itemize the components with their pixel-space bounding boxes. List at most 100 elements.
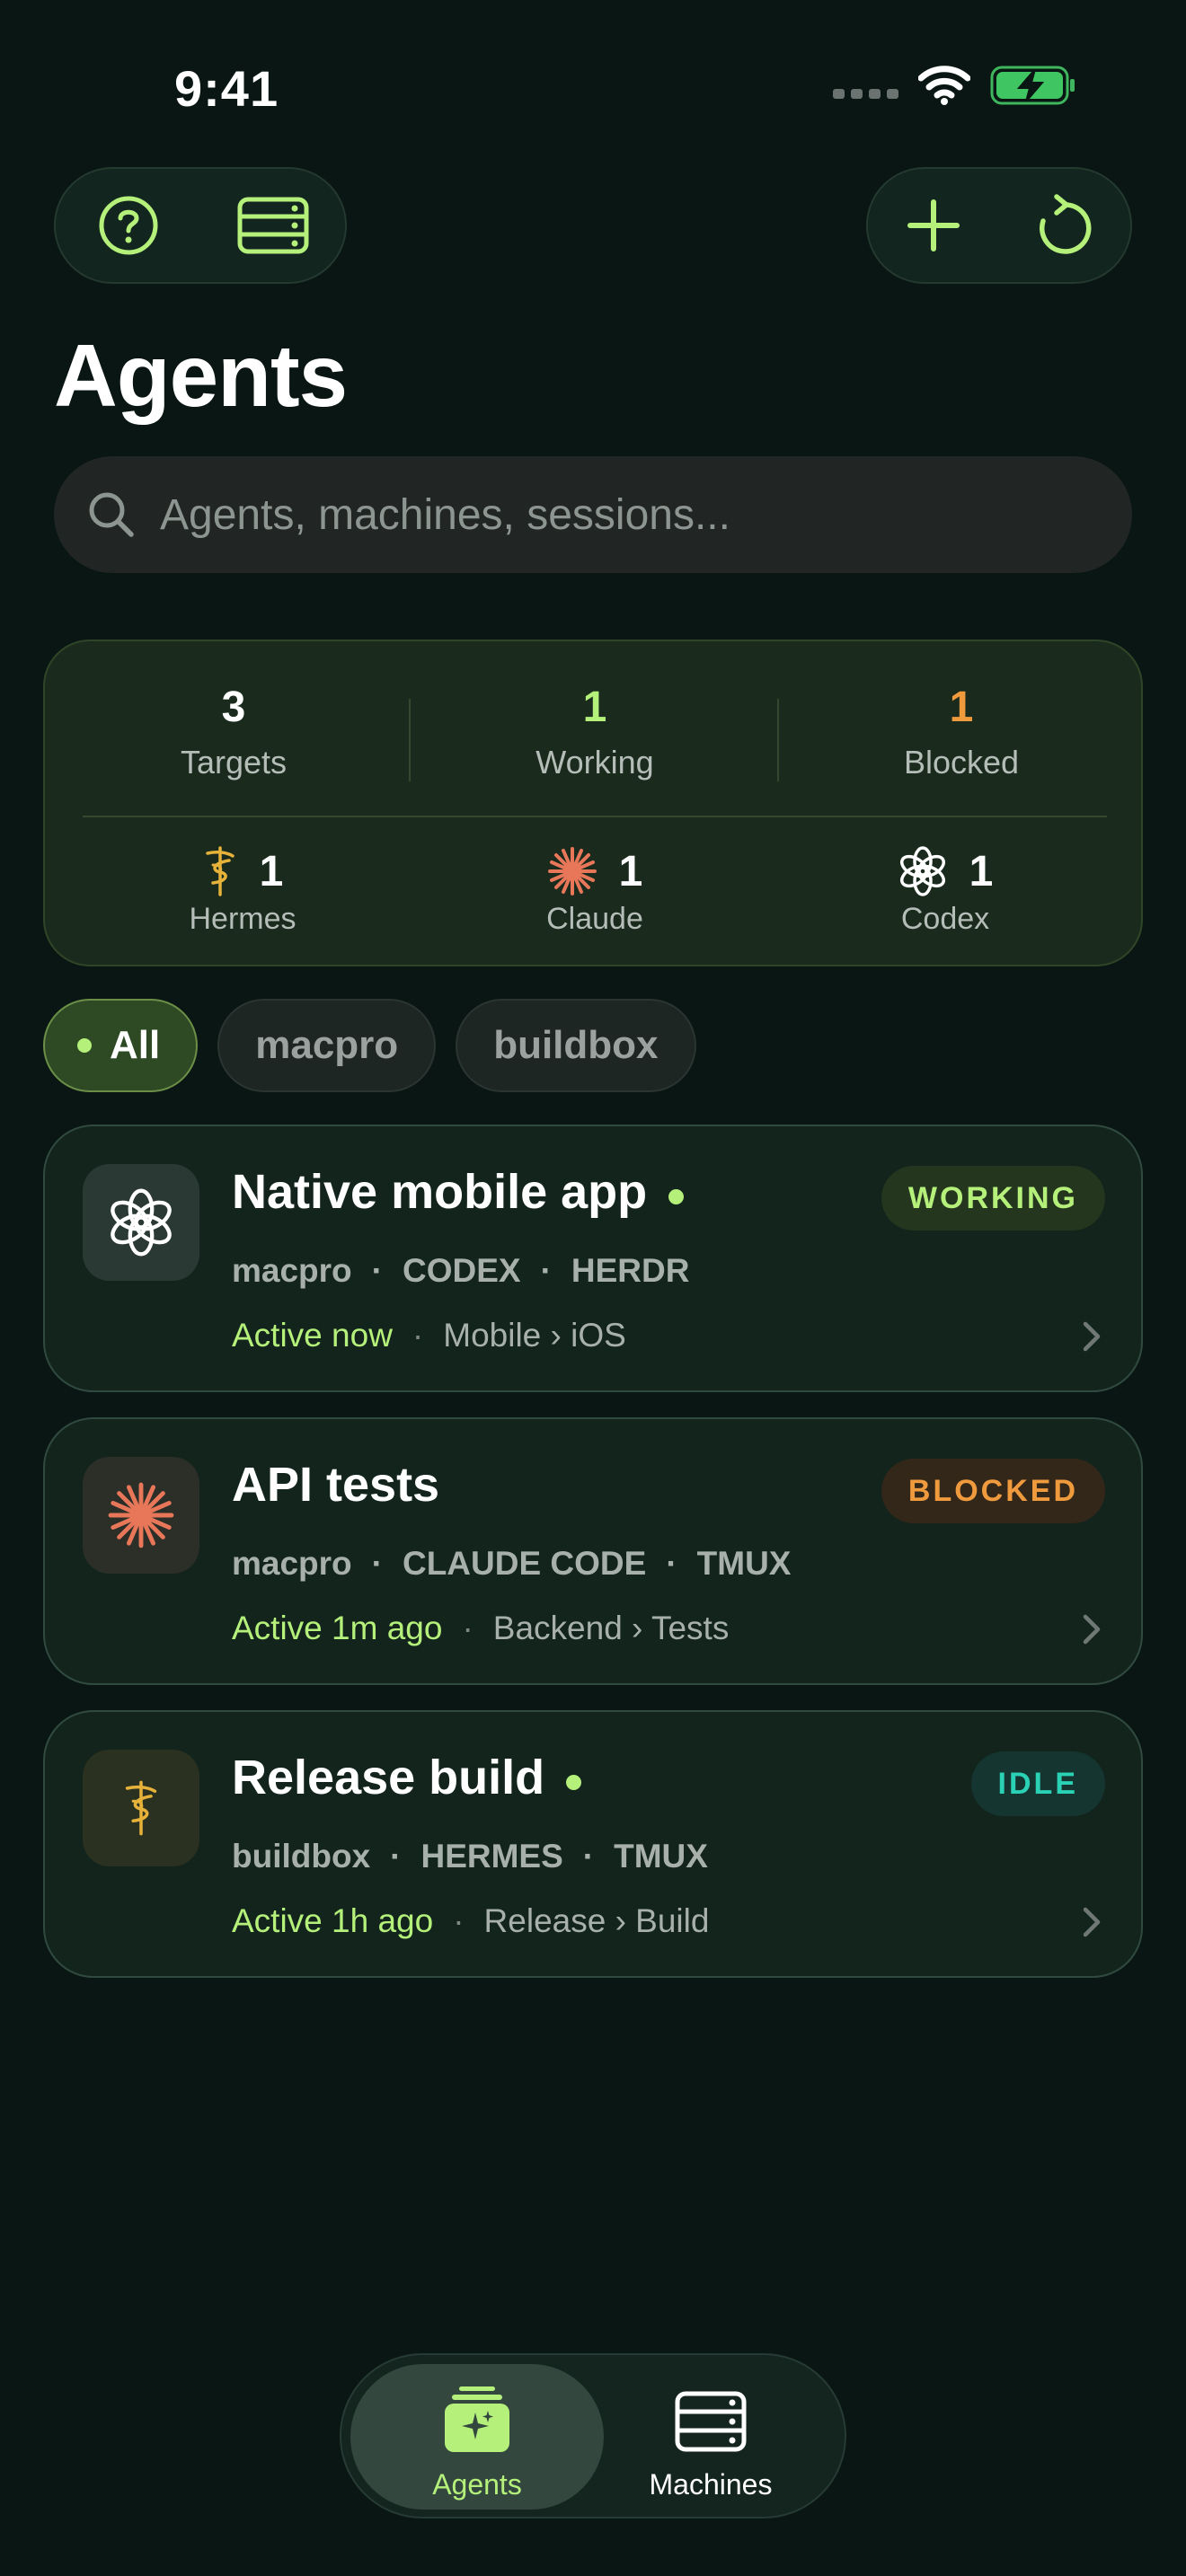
status-badge: WORKING bbox=[881, 1166, 1105, 1231]
agent-name: CLAUDE CODE bbox=[402, 1545, 647, 1582]
tab-label: Agents bbox=[432, 2468, 522, 2501]
machine-name: macpro bbox=[232, 1545, 352, 1582]
meta-separator: · bbox=[390, 1838, 402, 1875]
stat-value: 3 bbox=[221, 684, 246, 731]
plus-icon bbox=[907, 199, 960, 251]
chevron-right-icon bbox=[1083, 1321, 1101, 1352]
status-time: 9:41 bbox=[174, 60, 279, 117]
status-bar: 9:41 bbox=[0, 54, 1186, 126]
status-badge: BLOCKED bbox=[881, 1459, 1105, 1523]
meta-separator: · bbox=[453, 1902, 465, 1939]
cellular-signal-icon bbox=[833, 88, 898, 99]
chip-label: All bbox=[110, 1023, 161, 1067]
caduceus-icon bbox=[205, 846, 235, 896]
tab-label: Machines bbox=[649, 2468, 773, 2501]
openai-knot-icon bbox=[111, 1188, 172, 1257]
project-path: Backend › Tests bbox=[492, 1610, 730, 1646]
agent-avatar bbox=[83, 1750, 199, 1866]
caduceus-icon bbox=[125, 1780, 157, 1836]
count-label: Hermes bbox=[189, 902, 296, 936]
meta-separator: · bbox=[540, 1252, 552, 1289]
server-rack-icon bbox=[675, 2391, 747, 2452]
status-badge: IDLE bbox=[970, 1751, 1105, 1816]
toolbar-right bbox=[866, 167, 1132, 284]
agent-type-counts: 1 Hermes 1 Claude 1 Codex bbox=[45, 842, 1141, 950]
session-card[interactable]: Release build IDLE buildbox · HERMES · T… bbox=[43, 1710, 1143, 1978]
chip-label: buildbox bbox=[493, 1023, 659, 1067]
count-value: 1 bbox=[969, 847, 994, 895]
session-title: Native mobile app bbox=[232, 1165, 648, 1219]
terminal-name: TMUX bbox=[696, 1545, 792, 1582]
wifi-icon bbox=[918, 66, 970, 105]
card-title-row: API tests bbox=[232, 1457, 439, 1513]
session-meta: macpro · CLAUDE CODE · TMUX bbox=[232, 1545, 791, 1583]
search-icon bbox=[89, 492, 134, 537]
agent-avatar bbox=[83, 1164, 199, 1281]
meta-separator: · bbox=[582, 1838, 595, 1875]
refresh-icon bbox=[1040, 194, 1092, 254]
count-label: Codex bbox=[900, 902, 990, 936]
machines-button[interactable] bbox=[224, 176, 323, 275]
session-activity: Active 1h ago · Release › Build bbox=[232, 1902, 709, 1940]
toolbar-left bbox=[54, 167, 347, 284]
tab-machines[interactable]: Machines bbox=[584, 2364, 837, 2510]
refresh-button[interactable] bbox=[1015, 176, 1114, 275]
stat-divider bbox=[409, 699, 411, 781]
count-hermes[interactable]: 1 Hermes bbox=[108, 842, 377, 937]
stat-working[interactable]: 1 Working bbox=[415, 681, 774, 781]
count-label: Claude bbox=[546, 902, 643, 936]
project-path: Release › Build bbox=[483, 1902, 710, 1939]
stat-divider bbox=[777, 699, 779, 781]
active-dot bbox=[77, 1038, 92, 1053]
machine-name: buildbox bbox=[232, 1838, 371, 1875]
search-input[interactable] bbox=[160, 490, 1058, 540]
count-codex[interactable]: 1 Codex bbox=[810, 842, 1080, 937]
terminal-name: HERDR bbox=[571, 1252, 690, 1289]
status-icons bbox=[833, 65, 1076, 106]
server-rack-icon bbox=[237, 197, 308, 254]
filter-chip-buildbox[interactable]: buildbox bbox=[456, 999, 696, 1092]
search-bar[interactable] bbox=[54, 456, 1132, 573]
chevron-right-icon bbox=[1083, 1614, 1101, 1645]
app-screen: 9:41 Agents Agents, machines, sessions..… bbox=[0, 0, 1186, 2576]
meta-separator: · bbox=[462, 1610, 474, 1646]
session-meta: buildbox · HERMES · TMUX bbox=[232, 1838, 708, 1875]
meta-separator: · bbox=[666, 1545, 677, 1582]
help-button[interactable] bbox=[79, 176, 178, 275]
stat-label: Targets bbox=[180, 744, 288, 781]
session-activity: Active 1m ago · Backend › Tests bbox=[232, 1610, 729, 1647]
count-claude[interactable]: 1 Claude bbox=[460, 842, 730, 937]
meta-separator: · bbox=[371, 1252, 383, 1289]
battery-charging-icon bbox=[990, 66, 1075, 105]
filter-chip-all[interactable]: All bbox=[43, 999, 199, 1092]
stat-value: 1 bbox=[949, 684, 974, 731]
summary-divider bbox=[83, 816, 1107, 817]
activity-text: Active 1h ago bbox=[232, 1902, 434, 1939]
live-indicator bbox=[566, 1774, 582, 1790]
stat-label: Blocked bbox=[903, 744, 1020, 781]
openai-knot-icon bbox=[899, 846, 945, 896]
stat-blocked[interactable]: 1 Blocked bbox=[782, 681, 1141, 781]
session-card[interactable]: API tests BLOCKED macpro · CLAUDE CODE ·… bbox=[43, 1417, 1143, 1685]
activity-text: Active 1m ago bbox=[232, 1610, 443, 1646]
activity-text: Active now bbox=[232, 1317, 393, 1354]
card-title-row: Native mobile app bbox=[232, 1164, 685, 1220]
count-value: 1 bbox=[259, 847, 284, 895]
live-indicator bbox=[668, 1188, 685, 1204]
tab-agents[interactable]: Agents bbox=[350, 2364, 604, 2510]
count-value: 1 bbox=[618, 847, 643, 895]
chip-label: macpro bbox=[255, 1023, 399, 1067]
agents-sparkle-icon bbox=[445, 2386, 509, 2452]
stat-value: 1 bbox=[582, 684, 607, 731]
agent-name: HERMES bbox=[420, 1838, 563, 1875]
session-meta: macpro · CODEX · HERDR bbox=[232, 1252, 689, 1290]
session-title: Release build bbox=[232, 1751, 545, 1804]
claude-burst-icon bbox=[108, 1482, 174, 1548]
tab-bar: Agents Machines bbox=[340, 2353, 846, 2519]
meta-separator: · bbox=[412, 1317, 424, 1354]
stat-targets[interactable]: 3 Targets bbox=[54, 681, 413, 781]
filter-chip-macpro[interactable]: macpro bbox=[217, 999, 437, 1092]
session-card[interactable]: Native mobile app WORKING macpro · CODEX… bbox=[43, 1125, 1143, 1392]
chevron-right-icon bbox=[1083, 1907, 1101, 1937]
add-button[interactable] bbox=[884, 176, 983, 275]
